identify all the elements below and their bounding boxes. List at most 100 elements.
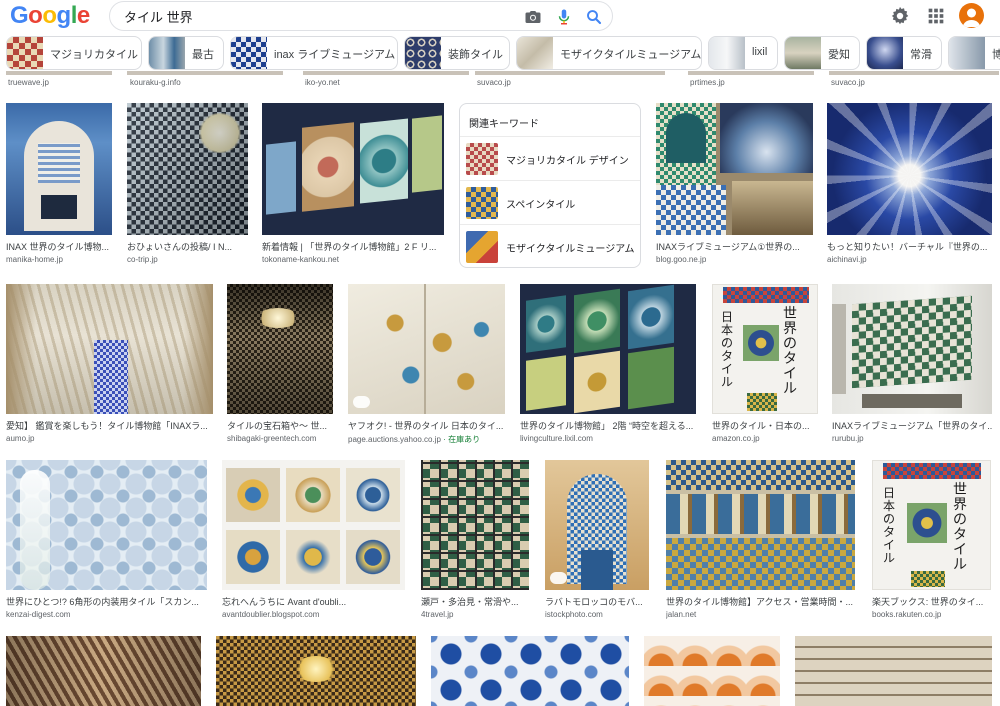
result-thumbnail[interactable] — [6, 636, 201, 706]
result-source: aumo.jp — [6, 434, 35, 443]
result-thumbnail[interactable]: 世界のタイル 日本のタイル — [712, 284, 818, 414]
partial-image[interactable] — [6, 71, 112, 75]
related-label: マジョリカタイル デザイン — [506, 156, 629, 167]
chip-label: マジョリカタイル — [50, 49, 138, 61]
apps-grid-icon[interactable] — [925, 5, 947, 27]
book-title-vertical: 世界のタイル — [783, 306, 797, 397]
image-result[interactable]: おひょいさんの投稿/ I N... co-trip.jp — [127, 103, 248, 268]
image-result[interactable] — [644, 636, 780, 706]
result-source: aichinavi.jp — [827, 255, 867, 264]
account-avatar[interactable] — [959, 3, 984, 28]
chip-lixil[interactable]: lixil — [708, 36, 778, 70]
chip-tokoname[interactable]: 常滑 — [866, 36, 942, 70]
chip-decorative-tile[interactable]: 装飾タイル — [404, 36, 510, 70]
search-icon[interactable] — [585, 8, 603, 26]
result-thumbnail[interactable] — [421, 460, 529, 590]
result-thumbnail[interactable] — [656, 103, 813, 235]
result-thumbnail[interactable] — [644, 636, 780, 706]
microphone-icon[interactable] — [555, 8, 573, 26]
related-item-majolica-design[interactable]: マジョリカタイル デザイン — [460, 136, 640, 180]
image-result[interactable]: INAX 世界のタイル博物... manika-home.jp — [6, 103, 112, 268]
chip-label: 博 — [992, 46, 1000, 62]
image-result[interactable]: 世界のタイル博物館」 2階 “時空を超える... livingculture.l… — [520, 284, 696, 446]
image-result[interactable] — [795, 636, 992, 706]
chip-inax-live-museum[interactable]: inax ライブミュージアム — [230, 36, 398, 70]
result-thumbnail[interactable] — [227, 284, 333, 414]
image-result[interactable]: タイルの宝石箱や〜 世... shibagaki-greentech.com — [227, 284, 333, 446]
google-logo[interactable]: Google — [10, 2, 90, 30]
user-silhouette-icon — [963, 8, 980, 27]
chip-mosaic-tile-museum[interactable]: モザイクタイルミュージアム — [516, 36, 702, 70]
chip-label: モザイクタイルミュージアム — [560, 49, 702, 61]
image-result[interactable] — [216, 636, 416, 706]
chip-label: 最古 — [192, 49, 214, 61]
header: Google — [0, 0, 1000, 33]
image-source[interactable]: iko-yo.net — [305, 78, 340, 87]
partial-image[interactable] — [475, 71, 665, 75]
chip-museum[interactable]: 博 — [948, 36, 1000, 70]
suggestion-chips: マジョリカタイル 最古 inax ライブミュージアム 装飾タイル モザイクタイル… — [0, 33, 1000, 71]
result-source: blog.goo.ne.jp — [656, 255, 707, 264]
image-result[interactable] — [6, 636, 201, 706]
result-source: manika-home.jp — [6, 255, 63, 264]
result-thumbnail[interactable] — [348, 284, 505, 414]
result-thumbnail[interactable] — [127, 103, 248, 235]
tag-icon — [353, 396, 370, 408]
chip-thumbnail — [949, 37, 985, 69]
image-result[interactable]: 忘れへんうちに Avant d'oubli... avantdoublier.b… — [222, 460, 405, 622]
image-result[interactable]: 世界のタイル 日本のタイル 世界のタイル・日本の... amazon.co.jp — [712, 284, 818, 446]
result-thumbnail[interactable]: 世界のタイル 日本のタイル — [872, 460, 991, 590]
result-thumbnail[interactable] — [6, 103, 112, 235]
result-thumbnail[interactable] — [832, 284, 992, 414]
partial-image[interactable] — [688, 71, 814, 75]
search-box[interactable] — [109, 1, 613, 31]
result-thumbnail[interactable] — [262, 103, 444, 235]
image-source[interactable]: truewave.jp — [8, 78, 49, 87]
result-thumbnail[interactable] — [520, 284, 696, 414]
chip-aichi[interactable]: 愛知 — [784, 36, 860, 70]
result-thumbnail[interactable] — [795, 636, 992, 706]
chip-label: 常滑 — [910, 49, 932, 61]
image-result[interactable]: 愛知】 鑑賞を楽しもう！タイル博物館「INAXラ... aumo.jp — [6, 284, 213, 446]
image-result[interactable]: 世界のタイル博物館】アクセス・営業時間・... jalan.net — [666, 460, 855, 622]
chip-oldest[interactable]: 最古 — [148, 36, 224, 70]
result-thumbnail[interactable] — [431, 636, 629, 706]
search-input[interactable] — [124, 7, 504, 25]
image-result[interactable]: ヤフオク! - 世界のタイル 日本のタイ... page.auctions.ya… — [348, 284, 505, 446]
image-result[interactable]: 新着情報 | 「世界のタイル博物館」2 F リ... tokoname-kank… — [262, 103, 444, 268]
camera-icon[interactable] — [524, 8, 542, 26]
partial-image[interactable] — [303, 71, 469, 75]
result-thumbnail[interactable] — [6, 284, 213, 414]
chip-thumbnail — [785, 37, 821, 69]
result-thumbnail[interactable] — [216, 636, 416, 706]
partial-image[interactable] — [127, 71, 283, 75]
gear-icon[interactable] — [889, 5, 911, 27]
related-item-spanish-tile[interactable]: スペインタイル — [460, 180, 640, 224]
image-result[interactable] — [431, 636, 629, 706]
chip-majolica[interactable]: マジョリカタイル — [6, 36, 142, 70]
partial-image[interactable] — [829, 71, 999, 75]
image-result[interactable]: INAXライブミュージアム①世界の... blog.goo.ne.jp — [656, 103, 813, 268]
result-title: ヤフオク! - 世界のタイル 日本のタイ... — [348, 421, 504, 431]
image-result[interactable]: INAXライブミュージアム「世界のタイ... rurubu.jp — [832, 284, 992, 446]
related-item-mosaic-museum[interactable]: モザイクタイルミュージアム — [460, 224, 640, 268]
result-thumbnail[interactable] — [6, 460, 207, 590]
image-result[interactable]: 瀬戸・多治見・常滑や... 4travel.jp — [421, 460, 529, 622]
result-title: 忘れへんうちに Avant d'oubli... — [222, 597, 347, 607]
image-result[interactable]: もっと知りたい！バーチャル『世界の... aichinavi.jp — [827, 103, 992, 268]
image-result[interactable]: 世界のタイル 日本のタイル 楽天ブックス: 世界のタイ... books.rak… — [872, 460, 991, 622]
image-source[interactable]: suvaco.jp — [477, 78, 511, 87]
image-source[interactable]: kouraku-g.info — [130, 78, 181, 87]
result-title: INAXライブミュージアム①世界の... — [656, 242, 800, 252]
result-title: INAXライブミュージアム「世界のタイ... — [832, 421, 992, 431]
image-source[interactable]: prtimes.jp — [690, 78, 725, 87]
result-thumbnail[interactable] — [666, 460, 855, 590]
result-thumbnail[interactable] — [545, 460, 649, 590]
image-result[interactable]: 世界にひとつ!? 6角形の内装用タイル「スカン... kenzai-digest… — [6, 460, 207, 622]
result-thumbnail[interactable] — [827, 103, 992, 235]
image-result[interactable]: ラバトモロッコのモバ... istockphoto.com — [545, 460, 649, 622]
result-thumbnail[interactable] — [222, 460, 405, 590]
chip-thumbnail — [517, 37, 553, 69]
result-source: page.auctions.yahoo.co.jp · 在庫あり — [348, 435, 481, 444]
image-source[interactable]: suvaco.jp — [831, 78, 865, 87]
